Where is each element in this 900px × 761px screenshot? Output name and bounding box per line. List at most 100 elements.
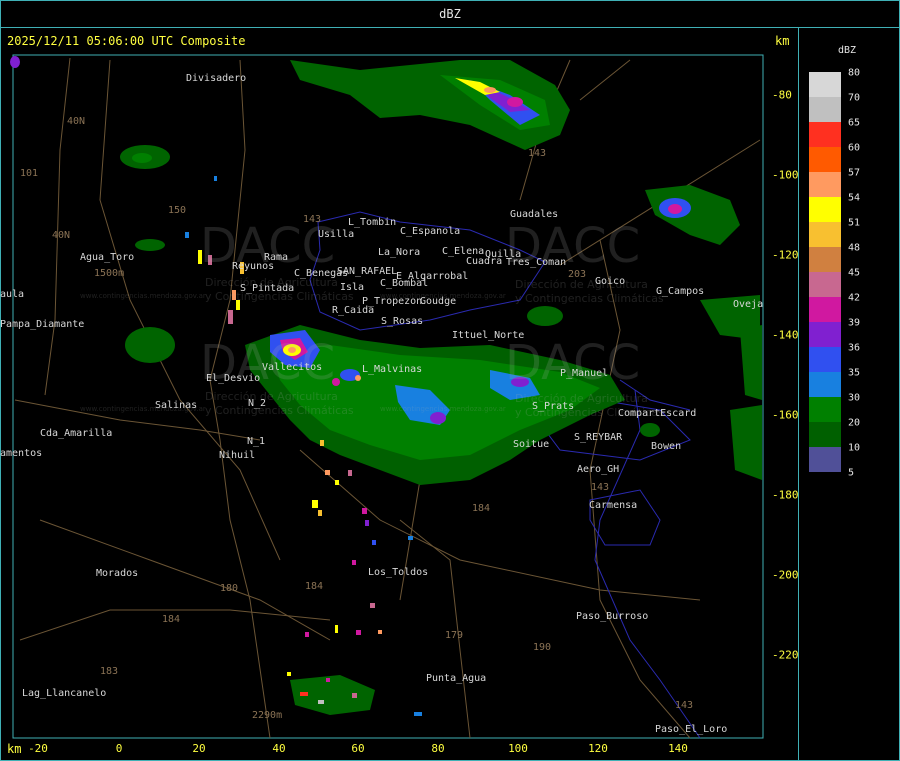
legend-label: 30 (848, 392, 861, 404)
watermark-logo: DACC (505, 335, 641, 391)
place-label: La_Nora (378, 247, 421, 258)
place-label: Guadales (510, 209, 559, 220)
place-label: Pampa_Diamante (0, 319, 85, 330)
legend-swatch (809, 322, 841, 347)
legend-label: 5 (848, 467, 855, 479)
route-label: 2290m (252, 710, 283, 721)
legend-label: 35 (848, 367, 861, 379)
legend-swatch (809, 122, 841, 147)
legend-label: 36 (848, 342, 861, 354)
watermark-line: y Contingencias Climáticas (205, 404, 354, 417)
place-label: P_Manuel (560, 368, 609, 379)
place-label: R_Caida (332, 305, 375, 316)
legend-label: 39 (848, 317, 861, 329)
route-label: 183 (100, 666, 119, 677)
legend-swatch (809, 72, 841, 97)
place-label: Paso_El_Loro (655, 724, 728, 735)
route-label: 150 (168, 205, 187, 216)
route-label: 143 (528, 148, 547, 159)
place-label: Los_Toldos (368, 567, 429, 578)
legend-label: 20 (848, 417, 861, 429)
legend-label: 57 (848, 167, 861, 179)
place-label: C_Bombal (380, 278, 429, 289)
legend-swatch (809, 147, 841, 172)
legend-label: 65 (848, 117, 861, 129)
place-label: Goico (595, 276, 626, 287)
watermark-url: www.contingencias.mendoza.gov.ar (80, 292, 206, 300)
place-label: Punta_Agua (426, 673, 487, 684)
legend-label: 60 (848, 142, 861, 154)
x-tick: 0 (115, 742, 123, 755)
place-label: Usilla (318, 229, 355, 240)
place-label: L_Tombin (348, 217, 397, 228)
place-label: Aero_GH (577, 464, 620, 475)
route-label: 180 (220, 583, 239, 594)
legend-label: 10 (848, 442, 861, 454)
route-label: 101 (20, 168, 39, 179)
place-label: L_Malvinas (362, 364, 423, 375)
legend-swatch (809, 97, 841, 122)
route-label: 143 (303, 214, 322, 225)
legend-label: 70 (848, 92, 861, 104)
legend-swatch (809, 222, 841, 247)
route-label: 190 (533, 642, 552, 653)
y-tick: -140 (772, 328, 799, 342)
radar-echoes (10, 56, 762, 716)
legend-label: 80 (848, 67, 861, 79)
legend-swatch (809, 347, 841, 372)
legend-swatch (809, 372, 841, 397)
place-label: N_1 (247, 436, 266, 447)
place-label: Isla (340, 282, 365, 293)
x-tick: 60 (351, 742, 365, 755)
place-label: Paso_Burroso (576, 611, 649, 622)
place-label: G_Campos (656, 286, 705, 297)
legend-label: 51 (848, 217, 861, 229)
x-tick: 80 (431, 742, 445, 755)
legend-swatch (809, 397, 841, 422)
x-tick: 100 (508, 742, 528, 755)
legend-swatch (809, 297, 841, 322)
legend-swatch (809, 447, 841, 472)
y-tick: -200 (772, 568, 799, 582)
place-label: S_Pintada (240, 283, 295, 294)
legend-label: 45 (848, 267, 861, 279)
route-label: 179 (445, 630, 464, 641)
route-label: 40N (67, 116, 86, 127)
legend-swatch (809, 272, 841, 297)
place-label: Goudge (420, 296, 457, 307)
y-tick: -120 (772, 248, 799, 262)
y-tick: -80 (772, 88, 792, 102)
route-label: 143 (675, 700, 694, 711)
watermark-line: Dirección de Agricultura (205, 390, 338, 403)
color-scale (809, 72, 841, 472)
place-label: S_Rosas (381, 316, 424, 327)
route-label: 143 (591, 482, 610, 493)
legend-label: 42 (848, 292, 861, 304)
place-label: Tres_Coman (506, 257, 567, 268)
legend-swatch (809, 247, 841, 272)
place-label: Salinas (155, 400, 198, 411)
y-tick: -180 (772, 488, 799, 502)
x-tick: 120 (588, 742, 608, 755)
x-tick: -20 (28, 742, 48, 755)
place-label: Morados (96, 568, 139, 579)
x-axis-unit: km (7, 742, 22, 756)
legend-title: dBZ (838, 45, 857, 56)
x-tick: 20 (192, 742, 206, 755)
watermark-line: y Contingencias Climáticas (515, 292, 664, 305)
legend-swatch (809, 172, 841, 197)
place-label: El_Desvio (206, 373, 261, 384)
route-label: 184 (472, 503, 491, 514)
timestamp: 2025/12/11 05:06:00 UTC Composite (7, 34, 246, 48)
place-label: Soitue (513, 439, 550, 450)
x-tick: 140 (668, 742, 688, 755)
y-axis-unit: km (775, 34, 790, 48)
place-label: S_Prats (532, 401, 575, 412)
place-label: Oveja (733, 299, 764, 310)
route-label: 1500m (94, 268, 125, 279)
watermark-url: www.contingencias.mendoza.gov.ar (380, 405, 506, 413)
place-label: Cda_Amarilla (40, 428, 113, 439)
route-label: 184 (305, 581, 324, 592)
place-label: aula (0, 289, 25, 300)
radar-map[interactable] (0, 0, 900, 761)
